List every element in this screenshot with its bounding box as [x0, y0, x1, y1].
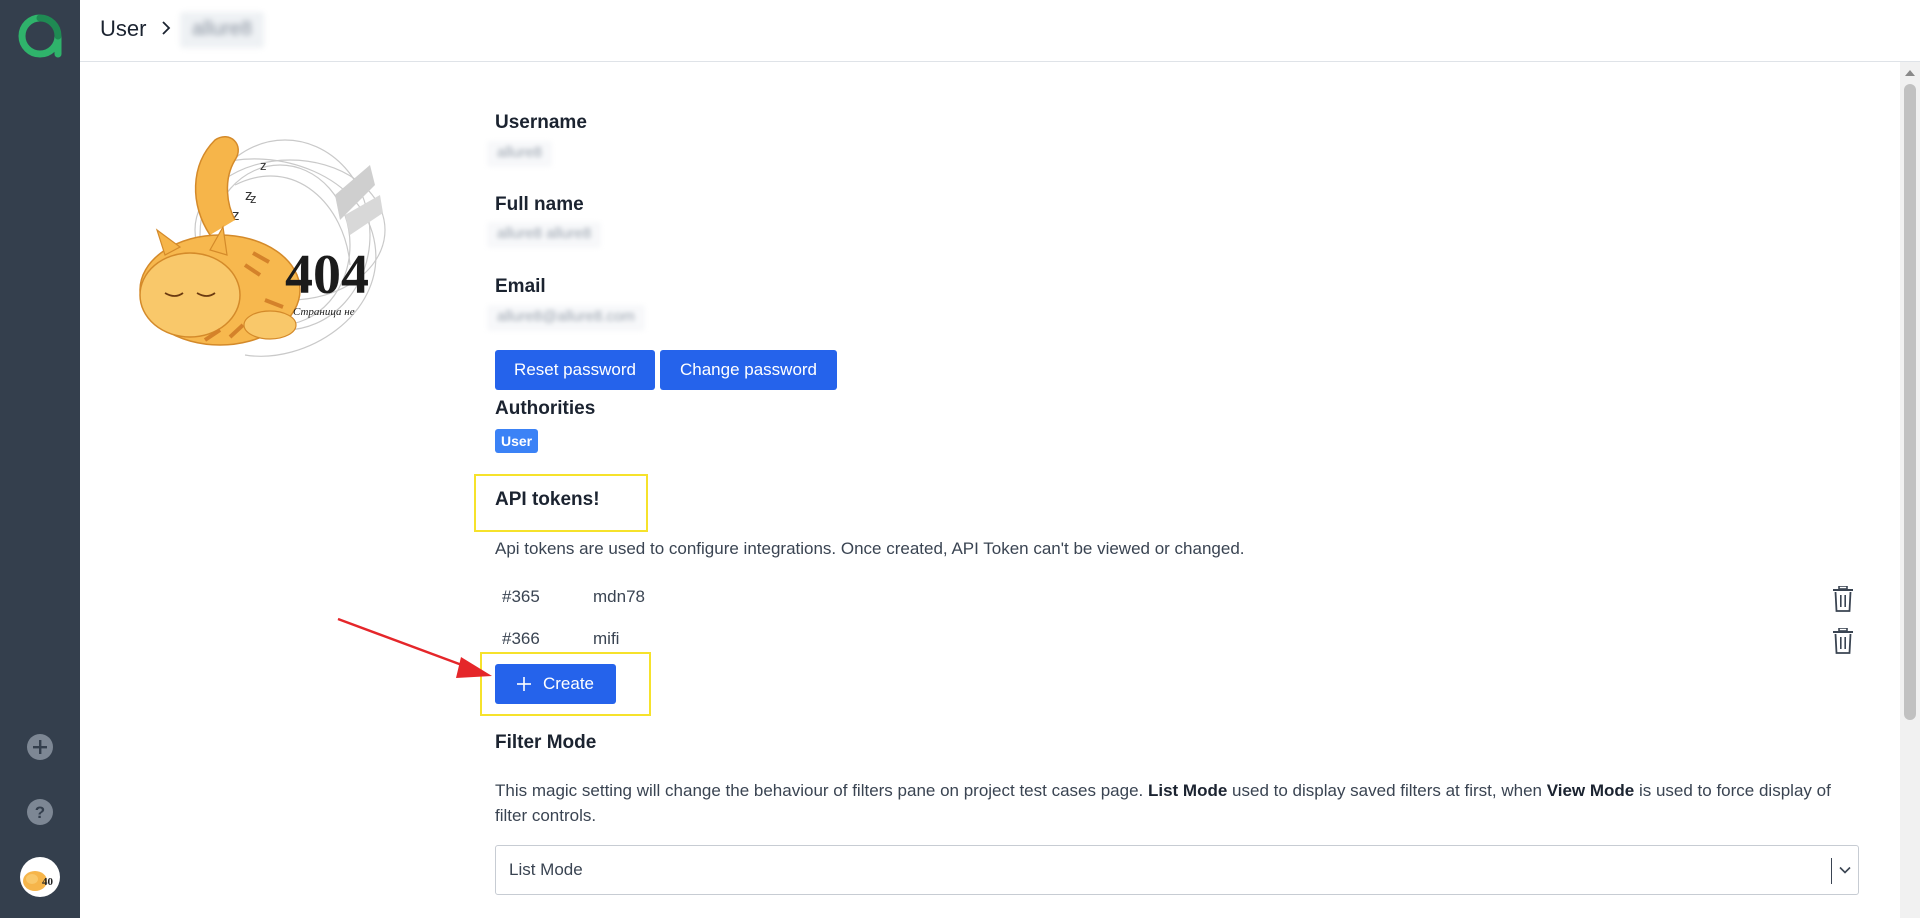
create-button-label: Create: [542, 674, 595, 693]
desc-text: used to display saved filters at first, …: [1227, 781, 1547, 800]
filter-mode-select[interactable]: List Mode: [495, 845, 1859, 895]
reset-password-button[interactable]: Reset password: [495, 350, 655, 390]
plus-icon: [516, 677, 531, 691]
email-value: allure8@allure8.com: [487, 305, 645, 331]
svg-text:?: ?: [35, 803, 45, 822]
allure-logo-icon[interactable]: [18, 14, 62, 58]
username-value: allure8: [487, 141, 553, 167]
breadcrumb-current: allure8: [180, 12, 265, 48]
token-name: mifi: [593, 629, 620, 648]
token-name: mdn78: [593, 587, 645, 606]
plus-circle-icon[interactable]: [26, 733, 54, 761]
breadcrumb-root[interactable]: User: [100, 16, 146, 42]
chevron-right-icon: [162, 21, 171, 35]
svg-text:z: z: [250, 191, 257, 206]
question-circle-icon[interactable]: ?: [26, 798, 54, 826]
email-label: Email: [495, 276, 546, 297]
token-id: #365: [502, 587, 540, 606]
fullname-value: allure8 allure8: [487, 222, 602, 248]
api-tokens-description: Api tokens are used to configure integra…: [495, 539, 1245, 558]
svg-text:40: 40: [42, 876, 54, 888]
svg-text:z: z: [260, 158, 267, 173]
token-id: #366: [502, 629, 540, 648]
trash-icon[interactable]: [1832, 586, 1854, 612]
svg-text:Страница не: Страница не: [293, 306, 355, 318]
sidebar: ? 40: [0, 0, 80, 918]
authority-badge: User: [495, 429, 539, 453]
user-avatar[interactable]: 40: [20, 857, 60, 897]
select-divider: [1831, 858, 1832, 884]
vertical-scrollbar[interactable]: [1900, 62, 1920, 918]
api-tokens-title: API tokens!: [495, 489, 600, 510]
trash-icon[interactable]: [1832, 628, 1854, 654]
desc-bold-list-mode: List Mode: [1147, 781, 1228, 800]
scroll-up-arrow-icon[interactable]: [1905, 70, 1915, 76]
filter-mode-selected: List Mode: [509, 860, 583, 879]
change-password-button[interactable]: Change password: [660, 350, 837, 390]
top-header: User allure8: [80, 0, 1920, 62]
scroll-thumb[interactable]: [1904, 84, 1916, 720]
svg-text:404: 404: [285, 244, 369, 306]
filter-mode-description: This magic setting will change the behav…: [495, 778, 1865, 828]
authorities-label: Authorities: [495, 398, 596, 419]
desc-text: This magic setting will change the behav…: [495, 781, 1148, 800]
fullname-label: Full name: [495, 194, 584, 215]
profile-picture: z z z z 404 Страница не: [139, 136, 386, 357]
filter-mode-title: Filter Mode: [495, 732, 597, 753]
desc-bold-view-mode: View Mode: [1546, 781, 1635, 800]
chevron-down-icon[interactable]: [1838, 863, 1852, 877]
create-token-button[interactable]: Create: [495, 664, 616, 704]
username-label: Username: [495, 112, 587, 133]
